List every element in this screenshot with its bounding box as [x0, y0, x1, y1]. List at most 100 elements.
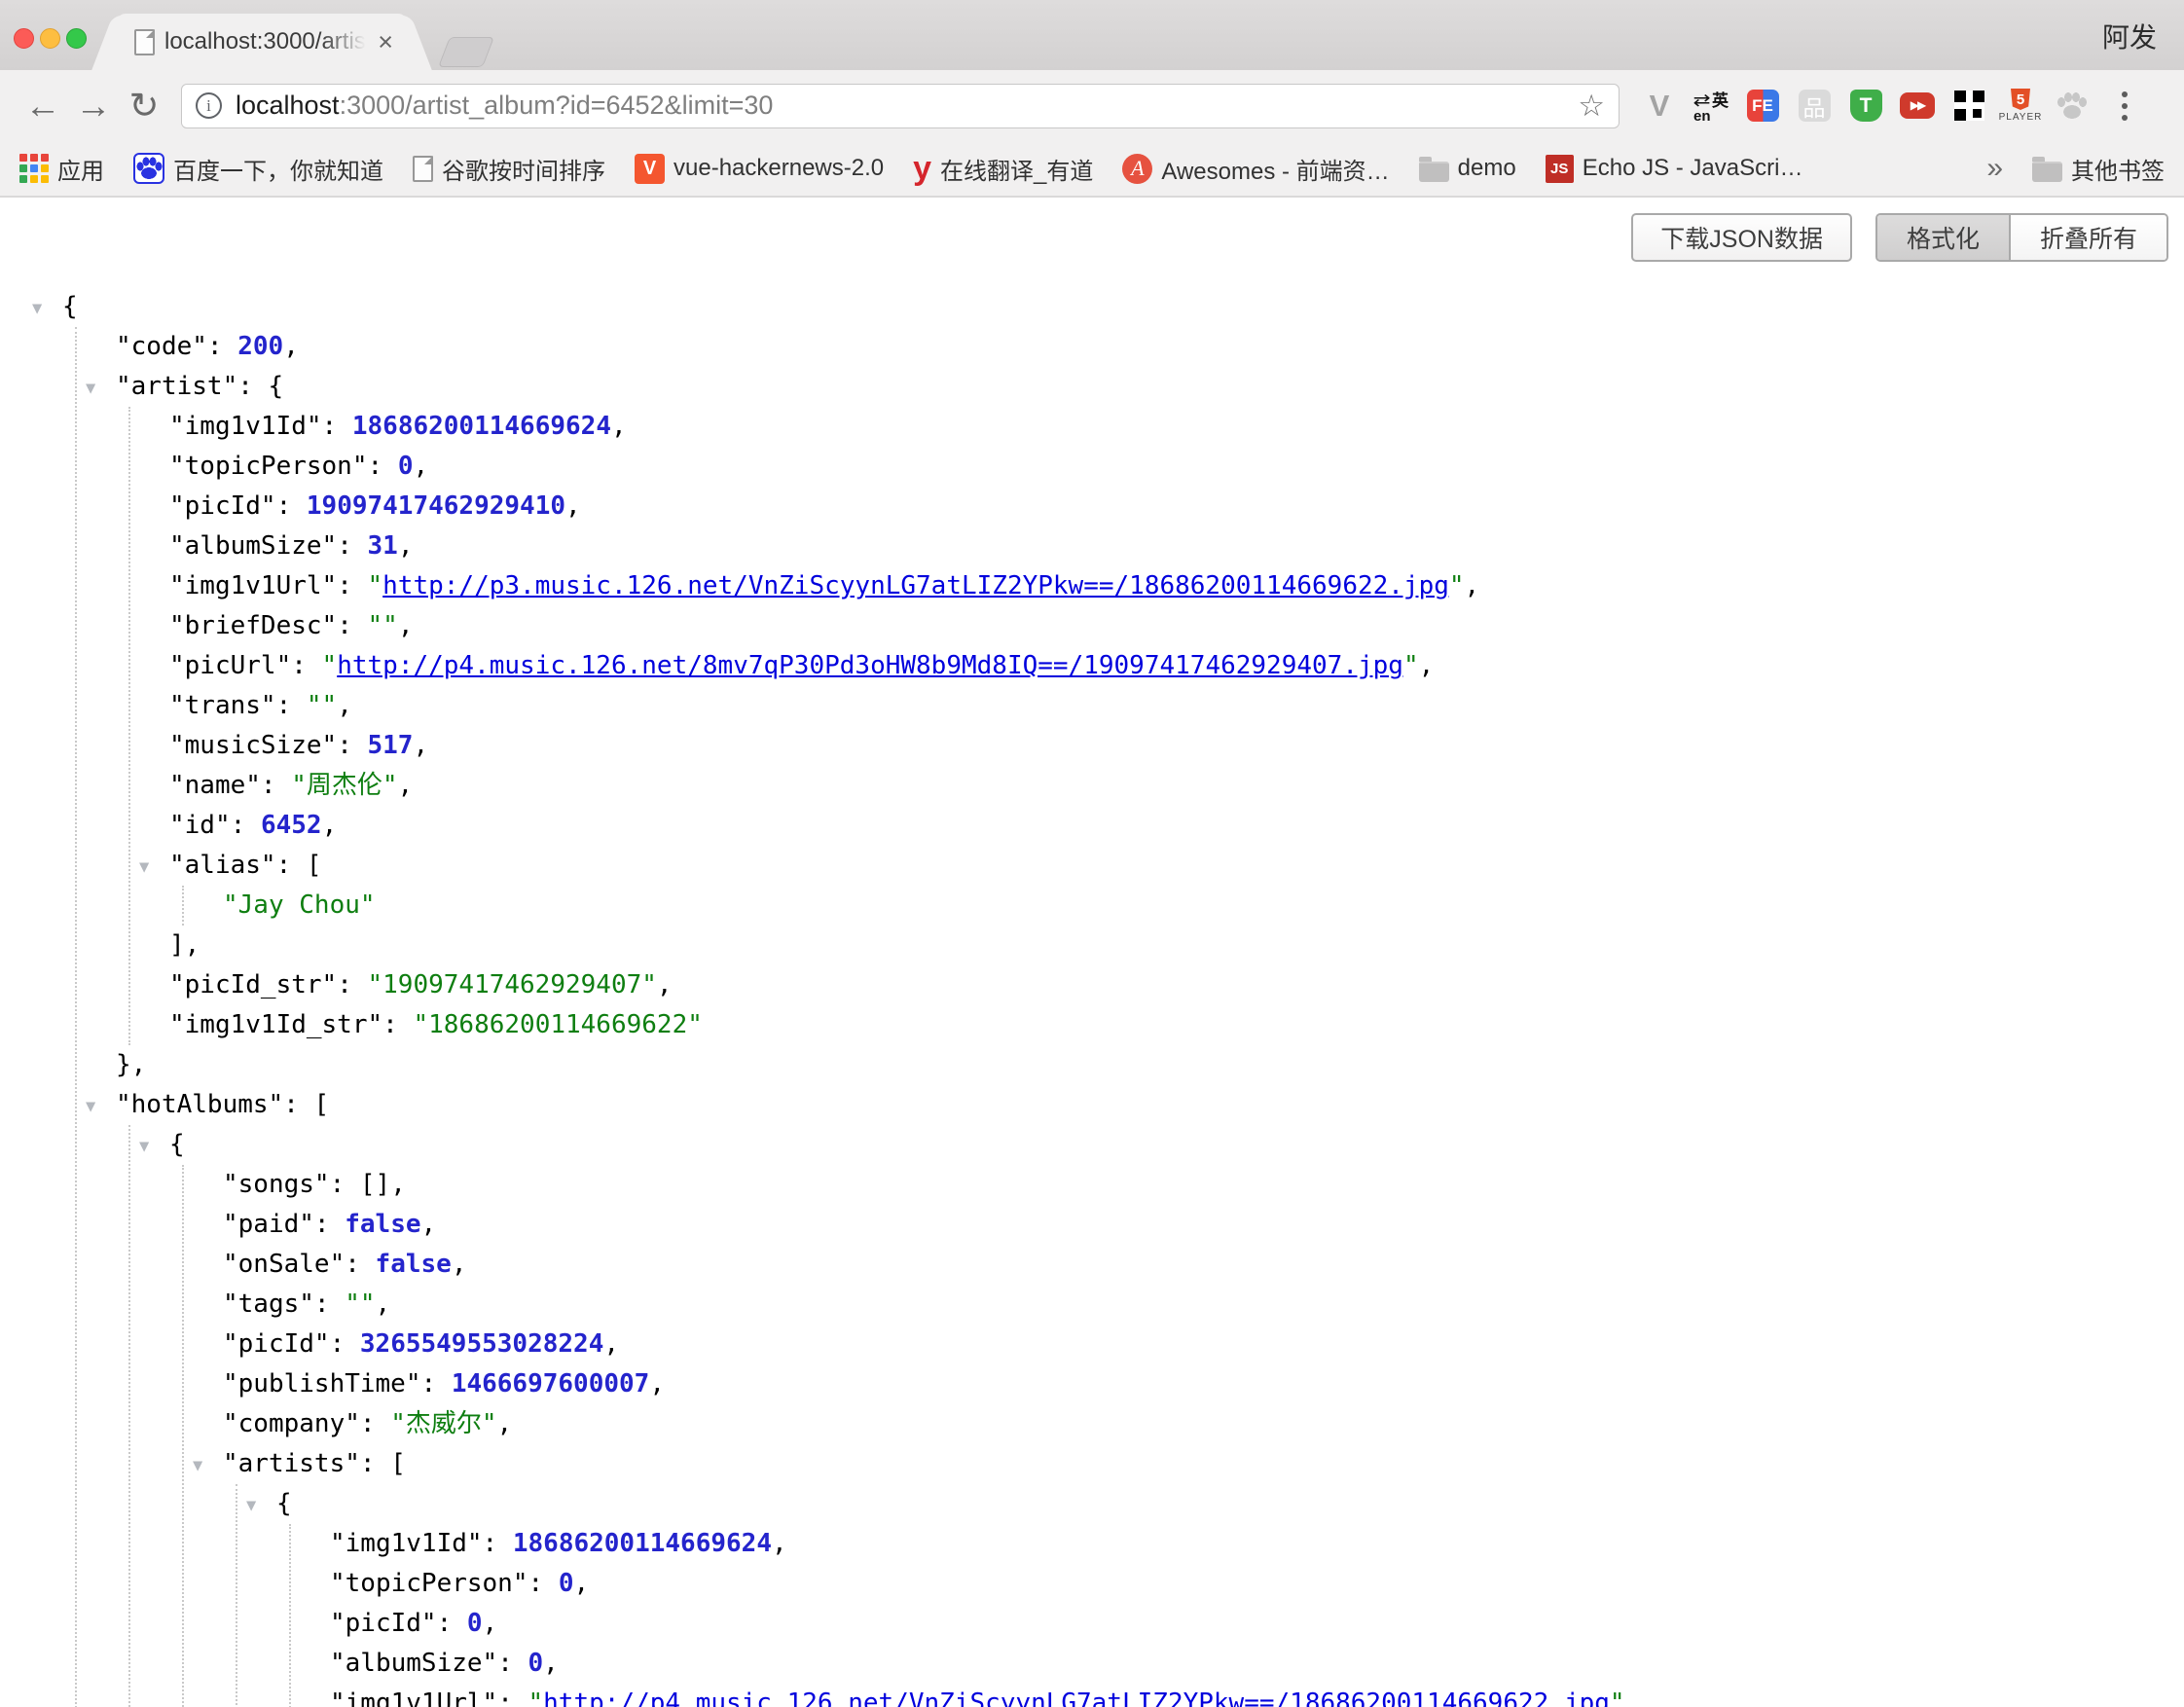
bookmark-item[interactable]: JSEcho JS - JavaScri… — [1546, 155, 1803, 183]
json-line: "topicPerson": 0, — [169, 447, 2184, 487]
profile-name[interactable]: 阿发 — [2102, 17, 2157, 55]
bookmark-label: demo — [1458, 155, 1516, 182]
fast-forward-extension-icon[interactable]: ▶▶ — [1899, 87, 1936, 126]
bookmark-star-icon[interactable]: ☆ — [1578, 89, 1605, 124]
bookmark-item[interactable]: demo — [1419, 155, 1516, 182]
json-key: "hotAlbums" — [116, 1090, 283, 1119]
json-key: "publishTime" — [223, 1369, 421, 1398]
json-value-string: "" — [368, 611, 398, 640]
sitemap-extension-icon[interactable]: 品 — [1796, 87, 1833, 126]
json-value-num: 3265549553028224 — [360, 1329, 603, 1359]
json-line: "songs": [], — [223, 1165, 2184, 1205]
json-children: ▼{"img1v1Id": 18686200114669624,"topicPe… — [236, 1484, 2184, 1707]
json-value-num: 18686200114669624 — [352, 412, 611, 441]
json-value-string: "周杰伦" — [291, 771, 397, 800]
other-bookmarks[interactable]: 其他书签 — [2032, 152, 2165, 186]
translate-extension-icon[interactable]: 英en⇄ — [1693, 87, 1729, 126]
bookmarks-bar: 应用 百度一下，你就知道谷歌按时间排序 Vvue-hackernews-2.0 y在线… — [0, 141, 2184, 198]
json-line: "img1v1Url": "http://p4.music.126.net/Vn… — [330, 1684, 2184, 1707]
other-bookmarks-label: 其他书签 — [2071, 152, 2165, 186]
json-value-num: 0 — [559, 1569, 574, 1598]
format-button[interactable]: 格式化 — [1877, 215, 2011, 260]
json-url-link[interactable]: http://p4.music.126.net/VnZiScyynLG7atLI… — [543, 1689, 1610, 1707]
bookmark-item[interactable]: 应用 — [19, 152, 104, 186]
collapse-all-button[interactable]: 折叠所有 — [2011, 215, 2166, 260]
json-value-string: "" — [345, 1289, 375, 1319]
collapse-triangle-icon[interactable]: ▼ — [32, 289, 42, 329]
forward-icon[interactable]: → — [68, 86, 119, 127]
json-line: "picId": 0, — [330, 1604, 2184, 1644]
reload-icon[interactable]: ↻ — [119, 85, 169, 127]
tab-title: localhost:3000/artist_album?id — [164, 28, 372, 55]
json-line: ], — [169, 926, 2184, 965]
bookmarks-overflow-icon[interactable]: » — [1986, 152, 2003, 185]
collapse-triangle-icon[interactable]: ▼ — [86, 369, 95, 409]
html5-player-extension-icon[interactable]: 5PLAYER — [2002, 87, 2039, 126]
json-line: "briefDesc": "", — [169, 606, 2184, 646]
v-extension-icon[interactable]: V — [1641, 87, 1678, 126]
site-info-icon[interactable]: i — [196, 92, 222, 119]
collapse-triangle-icon[interactable]: ▼ — [139, 1127, 149, 1167]
minimize-window-button[interactable] — [40, 28, 60, 49]
json-line: "name": "周杰伦", — [169, 766, 2184, 806]
collapse-triangle-icon[interactable]: ▼ — [86, 1087, 95, 1127]
json-key: "code" — [116, 332, 207, 361]
new-tab-button[interactable] — [438, 37, 494, 67]
fullscreen-window-button[interactable] — [66, 28, 87, 49]
close-window-button[interactable] — [14, 28, 34, 49]
json-key: "company" — [223, 1409, 360, 1438]
page-content: 下载JSON数据 格式化 折叠所有 ▼{ "code": 200, ▼ "artist… — [0, 198, 2184, 1707]
address-bar[interactable]: i localhost:3000/artist_album?id=6452&li… — [181, 84, 1620, 128]
url-text[interactable]: localhost:3000/artist_album?id=6452&limi… — [236, 91, 1578, 121]
json-line: "Jay Chou" — [223, 886, 2184, 926]
window-controls — [14, 28, 87, 49]
url-path: :3000/artist_album?id=6452&limit=30 — [340, 91, 774, 120]
url-host: localhost — [236, 91, 340, 120]
json-line: "img1v1Id": 18686200114669624, — [169, 407, 2184, 447]
bookmark-item[interactable]: y在线翻译_有道 — [913, 152, 1093, 186]
json-value-num: 1466697600007 — [452, 1369, 650, 1398]
json-line: "company": "杰威尔", — [223, 1404, 2184, 1444]
json-key: "name" — [169, 771, 261, 800]
shield-t-extension-icon[interactable]: T — [1847, 87, 1884, 126]
json-line: "img1v1Url": "http://p3.music.126.net/Vn… — [169, 566, 2184, 606]
tab-close-icon[interactable]: × — [378, 29, 393, 55]
baidu-paw-icon — [133, 153, 164, 184]
json-value-num: 200 — [237, 332, 283, 361]
bookmark-item[interactable]: AAwesomes - 前端资… — [1122, 152, 1389, 186]
page-favicon-icon — [134, 29, 155, 55]
json-key: "artists" — [223, 1449, 360, 1478]
json-key: "trans" — [169, 691, 276, 720]
json-line: "musicSize": 517, — [169, 726, 2184, 766]
json-line: ▼{ — [276, 1484, 2184, 1524]
bookmark-label: 百度一下，你就知道 — [173, 152, 383, 186]
bookmark-item[interactable]: 谷歌按时间排序 — [413, 152, 605, 186]
json-url-link[interactable]: http://p3.music.126.net/VnZiScyynLG7atLI… — [382, 571, 1449, 600]
qr-code-extension-icon[interactable] — [1950, 87, 1987, 126]
json-line: "paid": false, — [223, 1205, 2184, 1245]
back-icon[interactable]: ← — [18, 86, 68, 127]
json-key: "img1v1Url" — [169, 571, 337, 600]
menu-dots-extension-icon[interactable] — [2105, 87, 2142, 126]
paw-extension-icon[interactable] — [2054, 87, 2091, 126]
json-value-string: "Jay Chou" — [223, 890, 376, 920]
download-json-button[interactable]: 下载JSON数据 — [1631, 213, 1852, 262]
folder-icon — [1419, 162, 1449, 182]
collapse-triangle-icon[interactable]: ▼ — [139, 848, 149, 888]
bookmark-label: Echo JS - JavaScri… — [1583, 155, 1803, 182]
json-url-link[interactable]: http://p4.music.126.net/8mv7qP30Pd3oHW8b… — [337, 651, 1403, 680]
json-line: "picId": 3265549553028224, — [223, 1325, 2184, 1364]
bookmark-item[interactable]: Vvue-hackernews-2.0 — [635, 154, 884, 184]
collapse-triangle-icon[interactable]: ▼ — [246, 1486, 256, 1526]
json-key: "picUrl" — [169, 651, 291, 680]
json-line: "code": 200, — [116, 327, 2184, 367]
json-value-num: 0 — [528, 1649, 544, 1678]
json-value-string: "18686200114669622" — [413, 1010, 702, 1039]
json-key: "img1v1Id_str" — [169, 1010, 382, 1039]
json-line: "onSale": false, — [223, 1245, 2184, 1285]
browser-tab[interactable]: localhost:3000/artist_album?id × — [117, 14, 407, 70]
collapse-triangle-icon[interactable]: ▼ — [193, 1446, 202, 1486]
fe-extension-icon[interactable]: FE — [1744, 87, 1781, 126]
json-key: "topicPerson" — [169, 452, 368, 481]
bookmark-item[interactable]: 百度一下，你就知道 — [133, 152, 383, 186]
